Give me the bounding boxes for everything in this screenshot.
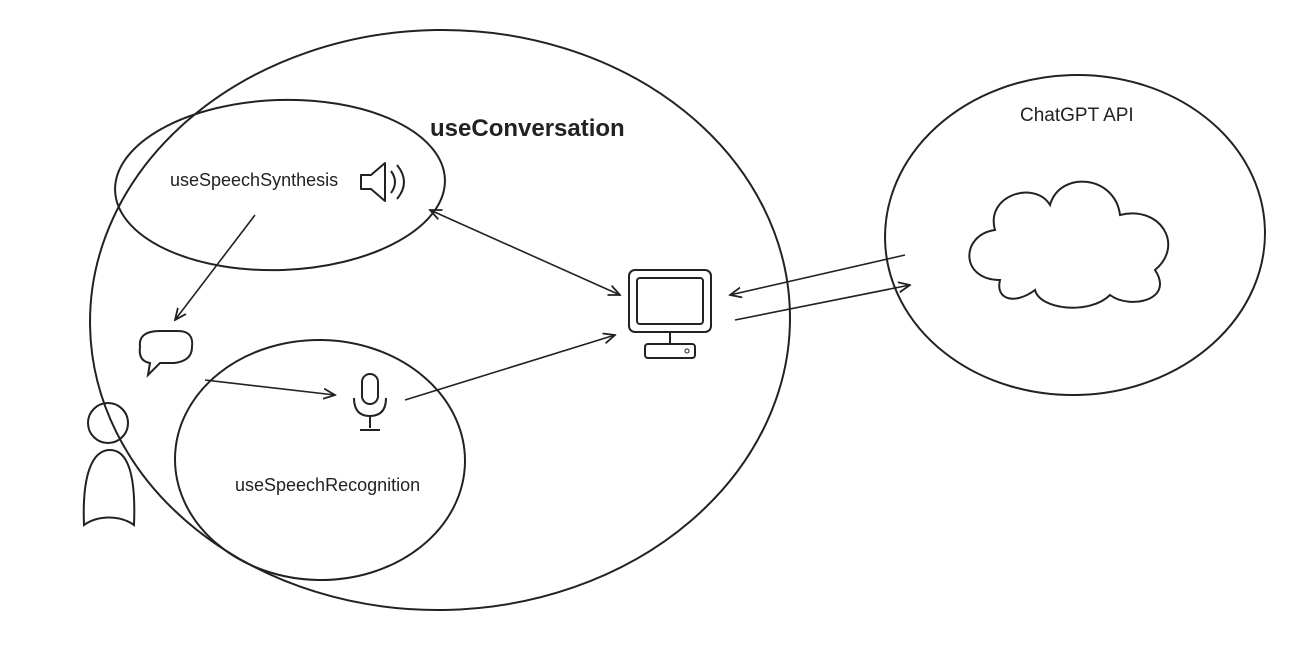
arrow-computer-api-bottom: [735, 285, 910, 320]
conversation-label: useConversation: [430, 115, 625, 143]
api-label: ChatGPT API: [1020, 105, 1134, 127]
recognition-label: useSpeechRecognition: [235, 475, 420, 496]
computer-icon: [615, 260, 725, 370]
synthesis-label: useSpeechSynthesis: [170, 170, 338, 191]
arrow-user-to-mic: [205, 380, 335, 395]
speech-bubble-icon: [130, 325, 200, 385]
speaker-icon: [355, 155, 415, 210]
arrow-mic-to-computer: [405, 335, 615, 400]
arrow-computer-api-top: [730, 255, 905, 295]
arrow-synthesis-to-user: [175, 215, 255, 320]
cloud-icon: [950, 150, 1200, 320]
microphone-icon: [345, 370, 395, 440]
user-icon: [70, 395, 150, 535]
arrow-computer-synthesis: [430, 210, 620, 295]
